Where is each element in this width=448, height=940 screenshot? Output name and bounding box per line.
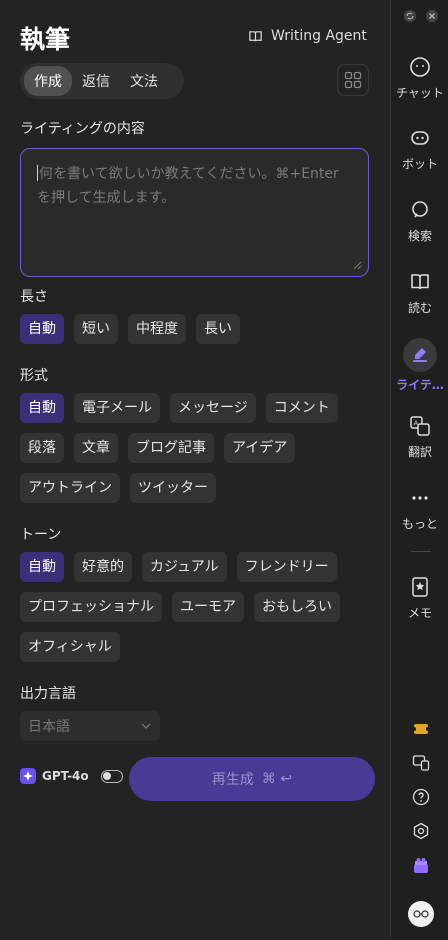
mode-tabs: 作成 返信 文法 [20, 63, 184, 99]
search-icon [412, 201, 428, 218]
resize-handle-icon[interactable] [352, 260, 362, 270]
help-icon[interactable] [412, 788, 430, 806]
content-label: ライティングの内容 [20, 121, 145, 137]
format-option[interactable]: ツイッター [130, 473, 216, 503]
tab-reply[interactable]: 返信 [72, 66, 120, 96]
sidebar-item-more[interactable]: もっと [391, 487, 448, 532]
sidebar: チャット ボット 検索 読む ライテ… A 翻訳 もっと メモ [390, 0, 448, 940]
format-option[interactable]: コメント [265, 393, 338, 423]
tone-option[interactable]: おもしろい [254, 592, 340, 622]
writing-agent-label: Writing Agent [271, 28, 367, 44]
memo-icon [412, 577, 428, 597]
length-option[interactable]: 中程度 [128, 314, 186, 344]
page-title: 執筆 [20, 25, 71, 54]
tone-option[interactable]: オフィシャル [20, 632, 120, 662]
writing-panel: 執筆 Writing Agent 作成 返信 文法 ライティングの内容 何を書い… [0, 0, 390, 940]
model-icon [20, 768, 36, 784]
format-option[interactable]: ブログ記事 [128, 433, 214, 463]
tone-option[interactable]: プロフェッショナル [20, 592, 162, 622]
tone-option[interactable]: フレンドリー [236, 552, 337, 582]
output-language-select[interactable]: 日本語 [20, 711, 160, 741]
sidebar-item-writing[interactable]: ライテ… [391, 338, 448, 393]
format-option[interactable]: メッセージ [170, 393, 256, 423]
model-selector[interactable]: GPT-4o [20, 768, 123, 784]
format-option[interactable]: 自動 [20, 393, 64, 423]
format-option[interactable]: 文章 [74, 433, 118, 463]
text-caret [37, 165, 38, 181]
format-option[interactable]: アウトライン [20, 473, 120, 503]
sidebar-divider [411, 551, 431, 552]
window-controls [404, 10, 438, 22]
tone-label: トーン [20, 527, 62, 543]
more-icon [412, 496, 428, 500]
sidebar-item-label: もっと [401, 517, 438, 531]
sidebar-item-label: ボット [401, 157, 438, 171]
length-option[interactable]: 自動 [20, 314, 64, 344]
translate-icon: A [410, 416, 430, 436]
sidebar-item-bot[interactable]: ボット [391, 127, 448, 172]
book-icon [411, 274, 429, 290]
output-language-value: 日本語 [28, 719, 70, 735]
length-option[interactable]: 長い [196, 314, 240, 344]
sidebar-item-memo[interactable]: メモ [391, 576, 448, 621]
format-option[interactable]: 電子メール [74, 393, 160, 423]
content-placeholder: 何を書いて欲しいか教えてください。⌘+Enterを押して生成します。 [37, 166, 339, 206]
format-option[interactable]: アイデア [224, 433, 296, 463]
length-label: 長さ [20, 289, 48, 305]
chat-icon [410, 57, 430, 77]
sidebar-item-read[interactable]: 読む [391, 271, 448, 316]
close-icon[interactable] [426, 10, 438, 22]
format-options: 自動 電子メール メッセージ コメント 段落 文章 ブログ記事 アイデア アウト… [20, 393, 370, 503]
apps-grid-button[interactable] [337, 64, 369, 96]
regenerate-button[interactable]: 再生成 ⌘ ↩ [129, 757, 375, 801]
ticket-icon[interactable] [412, 720, 430, 738]
format-option[interactable]: 段落 [20, 433, 64, 463]
regenerate-shortcut: ⌘ ↩ [261, 771, 293, 787]
grid-icon [344, 71, 362, 89]
tone-option[interactable]: 好意的 [74, 552, 132, 582]
svg-text:A: A [414, 420, 419, 428]
sidebar-item-label: 検索 [407, 229, 432, 243]
book-open-icon [249, 30, 262, 41]
tab-grammar[interactable]: 文法 [120, 66, 168, 96]
avatar[interactable] [408, 901, 434, 927]
gift-icon[interactable] [412, 857, 430, 875]
regenerate-label: 再生成 [211, 772, 254, 788]
model-name: GPT-4o [42, 769, 89, 783]
model-toggle[interactable] [100, 769, 123, 783]
sidebar-item-label: チャット [396, 86, 444, 100]
avatar-face-icon [413, 910, 429, 918]
chevron-down-icon [141, 723, 151, 729]
format-label: 形式 [20, 368, 48, 384]
sidebar-item-chat[interactable]: チャット [391, 56, 448, 101]
sidebar-item-label: 読む [407, 301, 432, 315]
sidebar-item-label: メモ [407, 606, 432, 620]
output-language-label: 出力言語 [20, 686, 76, 702]
sidebar-item-search[interactable]: 検索 [391, 199, 448, 244]
sidebar-item-label: 翻訳 [407, 445, 432, 459]
length-options: 自動 短い 中程度 長い [20, 314, 370, 344]
bot-icon [411, 131, 429, 145]
tone-option[interactable]: カジュアル [142, 552, 227, 582]
length-option[interactable]: 短い [74, 314, 118, 344]
sidebar-item-translate[interactable]: A 翻訳 [391, 415, 448, 460]
sync-icon[interactable] [404, 10, 416, 22]
pen-icon [403, 338, 437, 372]
writing-agent-link[interactable]: Writing Agent [248, 28, 367, 44]
tab-create[interactable]: 作成 [24, 66, 72, 96]
content-input[interactable]: 何を書いて欲しいか教えてください。⌘+Enterを押して生成します。 [20, 148, 369, 277]
settings-icon[interactable] [412, 822, 430, 840]
tone-options: 自動 好意的 カジュアル フレンドリー プロフェッショナル ユーモア おもしろい… [20, 552, 370, 662]
tone-option[interactable]: 自動 [20, 552, 64, 582]
tone-option[interactable]: ユーモア [172, 592, 244, 622]
sidebar-item-label: ライテ… [396, 378, 444, 392]
devices-icon[interactable] [412, 754, 430, 772]
